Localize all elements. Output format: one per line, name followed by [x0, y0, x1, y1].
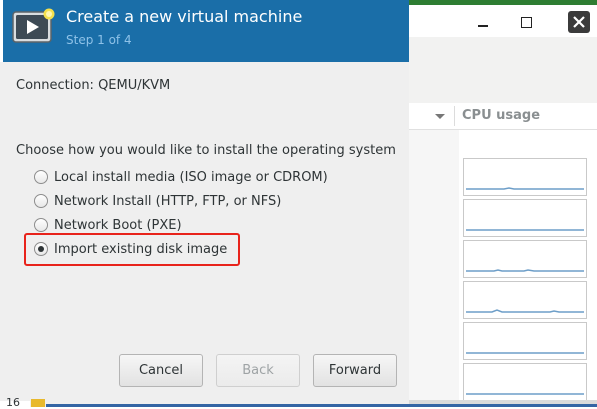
dialog-header: Create a new virtual machine Step 1 of 4 [3, 0, 409, 62]
dialog-title: Create a new virtual machine [66, 7, 303, 26]
cpu-usage-graph [463, 281, 587, 319]
radio-label[interactable]: Network Boot (PXE) [54, 218, 182, 233]
radio-button[interactable] [34, 218, 48, 232]
radio-button[interactable] [34, 170, 48, 184]
cpu-usage-graph [463, 158, 587, 196]
window-toolbar [409, 37, 597, 104]
radio-label[interactable]: Local install media (ISO image or CDROM) [54, 170, 328, 185]
radio-label[interactable]: Network Install (HTTP, FTP, or NFS) [54, 194, 281, 209]
vm-player-icon [11, 7, 59, 49]
dialog-step-indicator: Step 1 of 4 [66, 33, 132, 47]
cpu-usage-column-header[interactable]: CPU usage [462, 108, 540, 123]
install-method-prompt: Choose how you would like to install the… [16, 143, 396, 158]
sort-down-icon[interactable] [435, 114, 445, 119]
vm-list-header: CPU usage [409, 103, 597, 130]
workspace-number[interactable]: 16 [6, 396, 20, 409]
new-vm-dialog: Create a new virtual machine Step 1 of 4… [0, 0, 409, 409]
connection-label: Connection: QEMU/KVM [16, 78, 171, 93]
maximize-icon[interactable] [516, 12, 536, 32]
back-button[interactable]: Back [216, 354, 300, 387]
minimize-icon[interactable] [473, 12, 493, 32]
virt-manager-window: CPU usage [409, 0, 597, 407]
forward-button[interactable]: Forward [313, 354, 397, 387]
column-divider [454, 106, 455, 126]
cancel-button[interactable]: Cancel [119, 354, 203, 387]
selection-highlight-box [24, 233, 240, 266]
cpu-usage-graph [463, 363, 587, 401]
window-titlebar [409, 5, 597, 37]
close-icon[interactable] [568, 11, 590, 33]
cpu-usage-graph [463, 322, 587, 360]
vm-list[interactable] [409, 130, 597, 407]
cpu-usage-graph [463, 240, 587, 278]
vm-name-column [409, 130, 459, 407]
radio-button[interactable] [34, 194, 48, 208]
radio-local-install-media[interactable]: Local install media (ISO image or CDROM) [34, 167, 328, 187]
radio-network-install[interactable]: Network Install (HTTP, FTP, or NFS) [34, 191, 281, 211]
radio-network-boot[interactable]: Network Boot (PXE) [34, 215, 182, 235]
taskbar-app-tile[interactable] [31, 399, 45, 407]
cpu-usage-graph [463, 199, 587, 237]
